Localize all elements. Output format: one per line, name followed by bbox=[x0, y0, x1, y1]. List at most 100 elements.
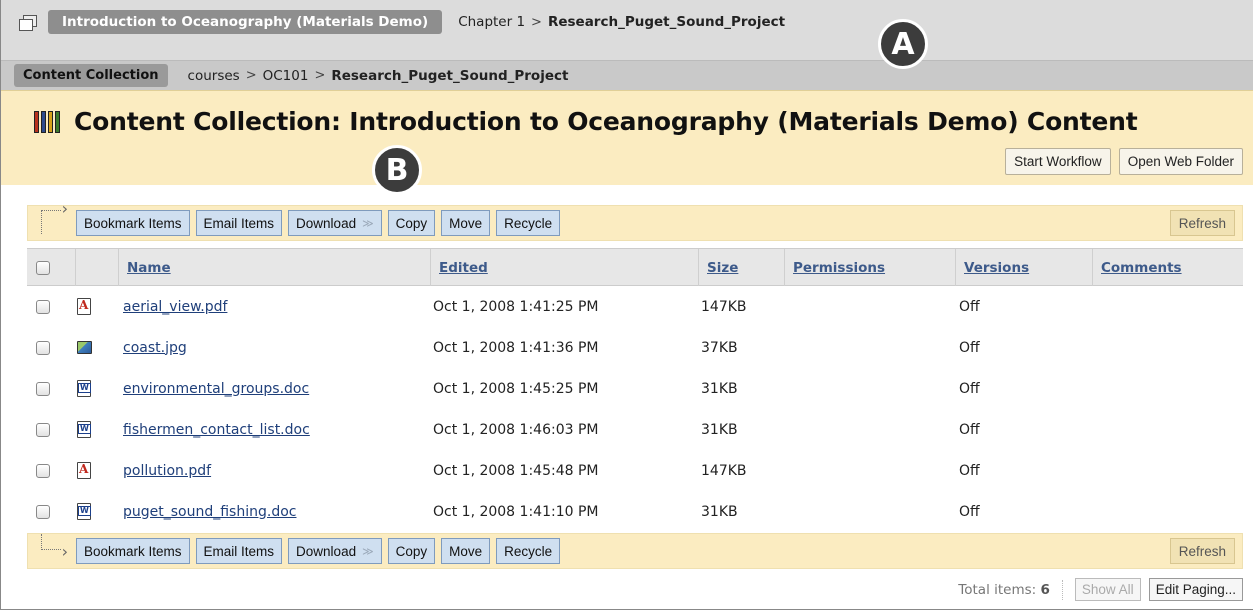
versions-cell: Off bbox=[959, 462, 980, 479]
word-doc-icon bbox=[77, 380, 91, 397]
show-all-button[interactable]: Show All bbox=[1074, 578, 1141, 601]
download-label: Download bbox=[296, 543, 357, 559]
size-cell: 147KB bbox=[701, 298, 747, 315]
file-icon-cell bbox=[77, 286, 91, 327]
breadcrumb-course-id[interactable]: OC101 bbox=[263, 68, 309, 84]
file-icon-cell bbox=[77, 491, 91, 532]
callout-marker-b: B bbox=[372, 145, 422, 195]
size-cell: 37KB bbox=[701, 339, 738, 356]
word-doc-icon bbox=[77, 503, 91, 520]
file-icon-cell bbox=[77, 450, 91, 491]
refresh-button[interactable]: Refresh bbox=[1169, 538, 1235, 564]
name-sort-link[interactable]: Name bbox=[127, 260, 171, 276]
row-checkbox[interactable] bbox=[36, 340, 50, 355]
file-link[interactable]: fishermen_contact_list.doc bbox=[123, 422, 310, 438]
versions-cell: Off bbox=[959, 503, 980, 520]
table-body: aerial_view.pdf Oct 1, 2008 1:41:25 PM 147… bbox=[27, 286, 1243, 532]
start-workflow-button[interactable]: Start Workflow bbox=[1005, 148, 1111, 175]
size-cell: 31KB bbox=[701, 380, 738, 397]
file-icon-cell bbox=[77, 368, 91, 409]
edited-cell: Oct 1, 2008 1:46:03 PM bbox=[433, 421, 599, 438]
edited-cell: Oct 1, 2008 1:45:25 PM bbox=[433, 380, 599, 397]
course-link[interactable]: Introduction to Oceanography (Materials … bbox=[48, 10, 443, 34]
table-row: environmental_groups.doc Oct 1, 2008 1:45… bbox=[27, 368, 1243, 409]
bookmark-items-button[interactable]: Bookmark Items bbox=[76, 538, 190, 564]
callout-marker-a: A bbox=[878, 19, 928, 69]
file-link[interactable]: pollution.pdf bbox=[123, 463, 211, 479]
versions-cell: Off bbox=[959, 339, 980, 356]
file-link[interactable]: puget_sound_fishing.doc bbox=[123, 504, 296, 520]
select-all-cell bbox=[27, 249, 75, 287]
file-icon-cell bbox=[77, 327, 92, 368]
row-checkbox[interactable] bbox=[36, 422, 50, 437]
table-row: aerial_view.pdf Oct 1, 2008 1:41:25 PM 147… bbox=[27, 286, 1243, 327]
row-checkbox[interactable] bbox=[36, 463, 50, 478]
table-row: fishermen_contact_list.doc Oct 1, 2008 1:… bbox=[27, 409, 1243, 450]
breadcrumb-separator: > bbox=[314, 68, 326, 83]
comments-header: Comments bbox=[1092, 249, 1243, 287]
breadcrumb-courses[interactable]: courses bbox=[188, 68, 240, 84]
open-web-folder-button[interactable]: Open Web Folder bbox=[1118, 148, 1243, 175]
file-link[interactable]: environmental_groups.doc bbox=[123, 381, 309, 397]
comments-sort-link[interactable]: Comments bbox=[1101, 260, 1182, 276]
action-bar-bottom: Bookmark Items Email Items Download ≫ Cop… bbox=[27, 533, 1243, 569]
size-header: Size bbox=[698, 249, 784, 287]
content-collection-link[interactable]: Content Collection bbox=[14, 64, 168, 87]
title-panel: Content Collection: Introduction to Ocea… bbox=[1, 90, 1253, 185]
permissions-sort-link[interactable]: Permissions bbox=[793, 260, 885, 276]
row-select-cell bbox=[36, 286, 50, 327]
email-items-button[interactable]: Email Items bbox=[195, 210, 283, 236]
versions-cell: Off bbox=[959, 421, 980, 438]
table-row: coast.jpg Oct 1, 2008 1:41:36 PM 37KB Off bbox=[27, 327, 1243, 368]
move-button[interactable]: Move bbox=[441, 210, 491, 236]
permissions-header: Permissions bbox=[784, 249, 955, 287]
copy-button[interactable]: Copy bbox=[387, 538, 436, 564]
download-button[interactable]: Download ≫ bbox=[288, 538, 382, 564]
chevron-down-icon: ≫ bbox=[362, 545, 374, 558]
edited-cell: Oct 1, 2008 1:41:25 PM bbox=[433, 298, 599, 315]
table-row: pollution.pdf Oct 1, 2008 1:45:48 PM 147KB… bbox=[27, 450, 1243, 491]
row-checkbox[interactable] bbox=[36, 504, 50, 519]
breadcrumb-chapter[interactable]: Chapter 1 bbox=[458, 14, 525, 30]
size-cell: 31KB bbox=[701, 503, 738, 520]
file-link[interactable]: coast.jpg bbox=[123, 340, 187, 356]
pdf-icon bbox=[77, 298, 91, 315]
breadcrumb-current: Research_Puget_Sound_Project bbox=[331, 67, 569, 84]
window-icon[interactable] bbox=[19, 15, 37, 31]
row-checkbox[interactable] bbox=[36, 381, 50, 396]
recycle-button[interactable]: Recycle bbox=[496, 210, 561, 236]
email-items-button[interactable]: Email Items bbox=[195, 538, 283, 564]
edit-paging-button[interactable]: Edit Paging... bbox=[1148, 578, 1243, 601]
versions-cell: Off bbox=[959, 380, 980, 397]
row-select-cell bbox=[36, 409, 50, 450]
recycle-button[interactable]: Recycle bbox=[496, 538, 561, 564]
bookmark-items-button[interactable]: Bookmark Items bbox=[76, 210, 190, 236]
name-cell: pollution.pdf bbox=[123, 450, 211, 491]
copy-button[interactable]: Copy bbox=[387, 210, 436, 236]
row-select-cell bbox=[36, 327, 50, 368]
breadcrumb-current: Research_Puget_Sound_Project bbox=[547, 14, 786, 30]
file-link[interactable]: aerial_view.pdf bbox=[123, 299, 227, 315]
word-doc-icon bbox=[77, 421, 91, 438]
chevron-down-icon: ≫ bbox=[362, 217, 374, 230]
edited-sort-link[interactable]: Edited bbox=[439, 260, 488, 276]
size-cell: 31KB bbox=[701, 421, 738, 438]
move-button[interactable]: Move bbox=[441, 538, 491, 564]
name-cell: coast.jpg bbox=[123, 327, 187, 368]
versions-cell: Off bbox=[959, 298, 980, 315]
breadcrumb-separator: > bbox=[245, 68, 257, 83]
select-all-checkbox[interactable] bbox=[36, 261, 50, 275]
divider bbox=[1061, 579, 1063, 600]
action-bar-top: Bookmark Items Email Items Download ≫ Cop… bbox=[27, 199, 1243, 241]
total-items: Total items: 6 bbox=[958, 582, 1050, 598]
name-cell: fishermen_contact_list.doc bbox=[123, 409, 310, 450]
size-sort-link[interactable]: Size bbox=[707, 260, 738, 276]
download-button[interactable]: Download ≫ bbox=[288, 210, 382, 236]
image-icon bbox=[77, 341, 92, 354]
row-checkbox[interactable] bbox=[36, 299, 50, 314]
row-select-cell bbox=[36, 491, 50, 532]
size-cell: 147KB bbox=[701, 462, 747, 479]
refresh-button[interactable]: Refresh bbox=[1169, 210, 1235, 236]
collection-breadcrumb-bar: Content Collection courses > OC101 > Res… bbox=[1, 60, 1253, 90]
versions-sort-link[interactable]: Versions bbox=[964, 260, 1029, 276]
